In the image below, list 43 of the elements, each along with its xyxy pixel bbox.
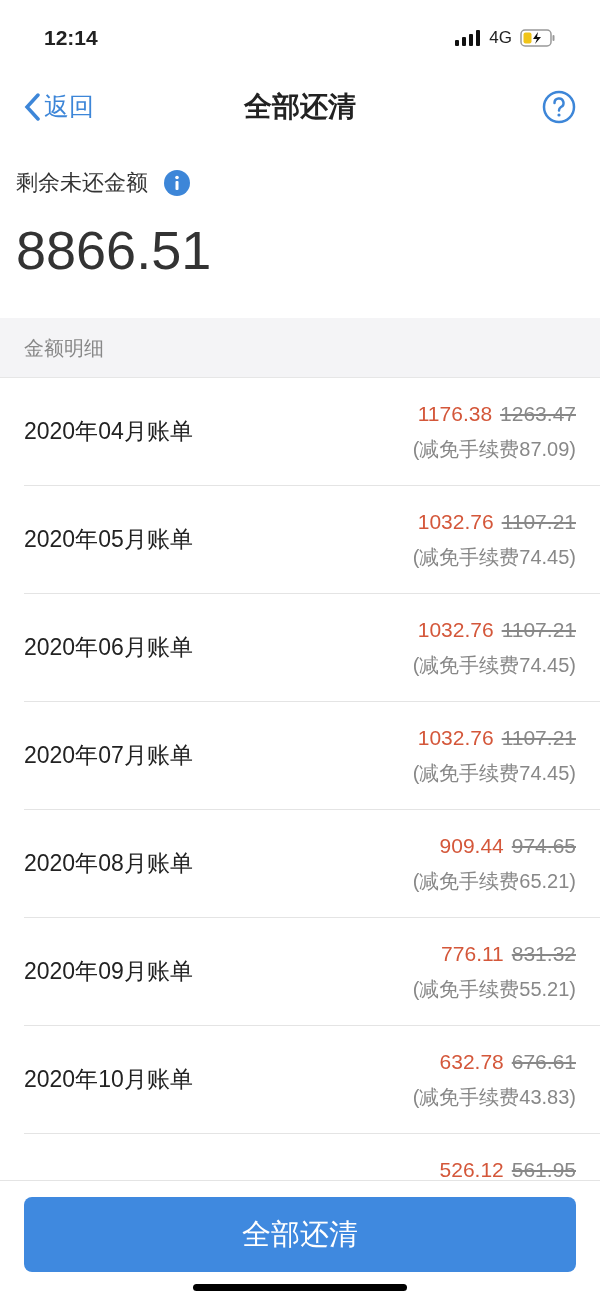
bill-label: 2020年06月账单 — [24, 633, 193, 663]
fee-waiver-note: (减免手续费43.83) — [412, 1084, 576, 1110]
discounted-amount: 1176.38 — [417, 401, 493, 427]
chevron-left-icon — [24, 93, 40, 121]
fee-waiver-note: (减免手续费74.45) — [412, 652, 576, 678]
status-time: 12:14 — [44, 25, 98, 52]
back-button[interactable]: 返回 — [24, 88, 94, 126]
discounted-amount: 1032.76 — [417, 725, 494, 751]
info-icon[interactable] — [164, 169, 190, 196]
original-amount: 676.61 — [511, 1049, 576, 1075]
fee-waiver-note: (减免手续费55.21) — [412, 976, 576, 1002]
discounted-amount: 1032.76 — [417, 617, 494, 643]
network-label: 4G — [489, 27, 512, 50]
fee-waiver-note: (减免手续费65.21) — [412, 868, 576, 894]
fee-waiver-note: (减免手续费74.45) — [412, 760, 576, 786]
original-amount: 974.65 — [511, 833, 576, 859]
bill-label: 2020年08月账单 — [24, 849, 193, 879]
remaining-label: 剩余未还金额 — [16, 169, 148, 197]
discounted-amount: 632.78 — [439, 1049, 504, 1075]
original-amount: 1107.21 — [501, 617, 576, 643]
fee-waiver-note: (减免手续费87.09) — [412, 436, 576, 462]
original-amount: 831.32 — [511, 941, 576, 967]
bill-label: 2020年09月账单 — [24, 957, 193, 987]
original-amount: 1107.21 — [501, 509, 576, 535]
fee-waiver-note: (减免手续费74.45) — [412, 544, 576, 570]
original-amount: 1107.21 — [501, 725, 576, 751]
battery-icon — [520, 29, 556, 47]
pay-all-button[interactable]: 全部还清 — [24, 1197, 576, 1272]
discounted-amount: 526.12 — [439, 1157, 504, 1180]
bill-label: 2020年05月账单 — [24, 525, 193, 555]
discounted-amount: 1032.76 — [417, 509, 494, 535]
bill-label: 2020年07月账单 — [24, 741, 193, 771]
remaining-amount: 8866.51 — [16, 223, 213, 277]
bill-label: 2020年10月账单 — [24, 1065, 193, 1095]
discounted-amount: 776.11 — [441, 941, 504, 967]
original-amount: 1263.47 — [500, 401, 576, 427]
help-icon[interactable] — [542, 90, 576, 124]
signal-icon — [455, 30, 482, 46]
discounted-amount: 909.44 — [439, 833, 504, 859]
section-title: 金额明细 — [24, 335, 104, 361]
page-title: 全部还清 — [244, 90, 356, 124]
bill-label: 2020年04月账单 — [24, 417, 193, 447]
original-amount: 561.95 — [511, 1157, 576, 1180]
